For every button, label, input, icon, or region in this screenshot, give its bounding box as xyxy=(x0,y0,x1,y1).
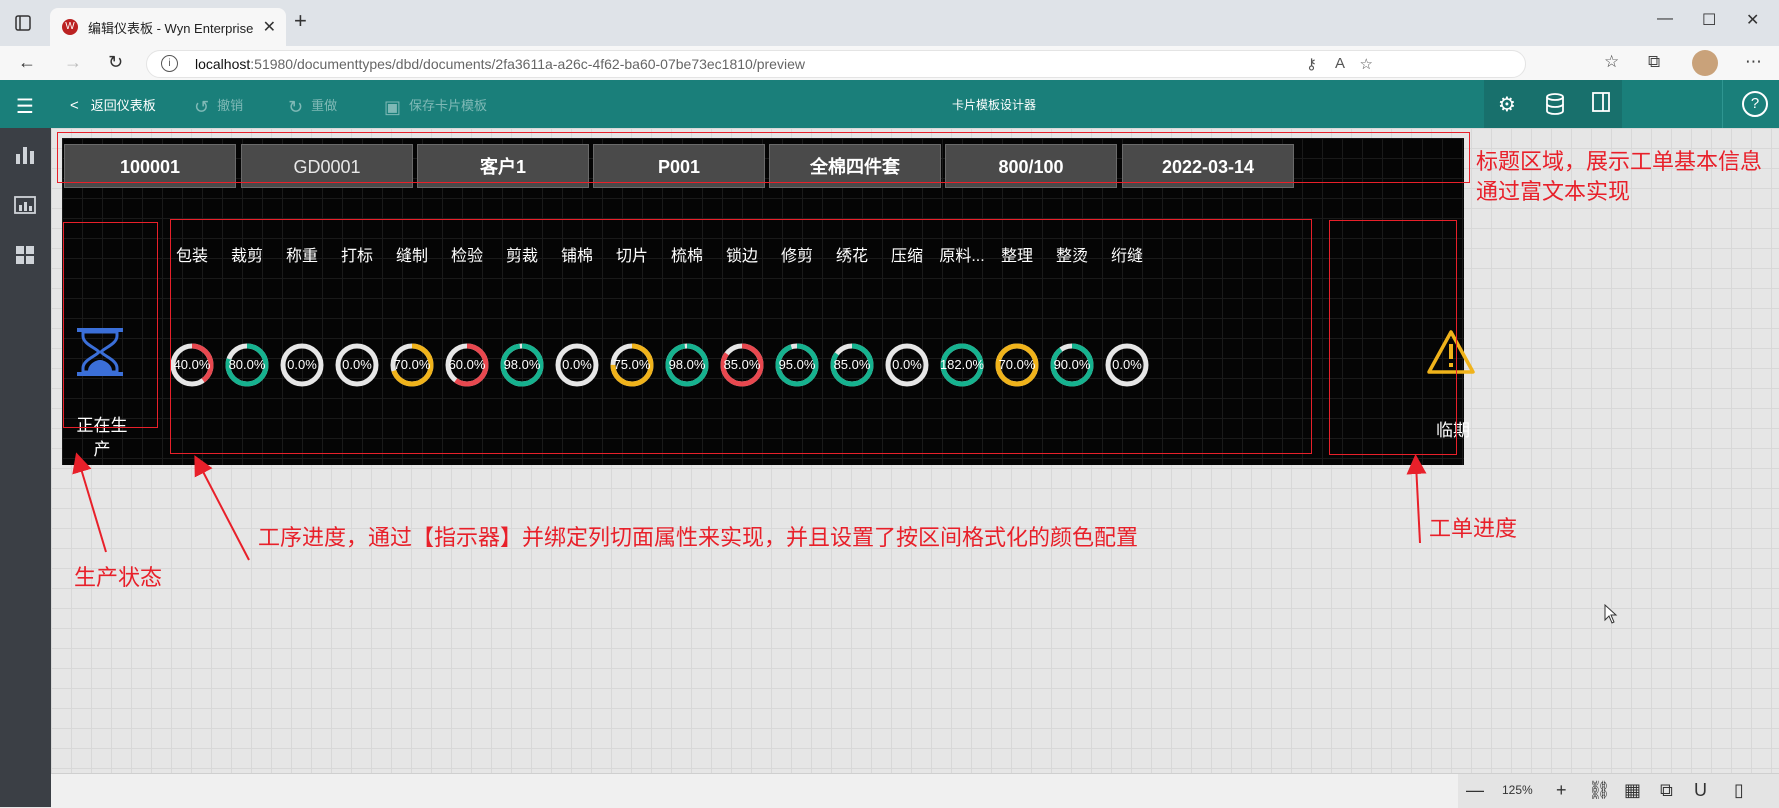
page-title: 卡片模板设计器 xyxy=(952,98,1037,112)
new-tab-icon[interactable]: + xyxy=(294,10,307,32)
favorites-icon[interactable]: ☆ xyxy=(1604,52,1619,72)
arrow-status xyxy=(72,452,107,553)
address-bar: ← → ↻ i localhost:51980/documenttypes/db… xyxy=(0,46,1779,81)
header-tools: ⚙ xyxy=(1484,80,1622,128)
undo-button[interactable]: ↺ 撤销 xyxy=(194,95,243,118)
redo-label: 重做 xyxy=(311,98,338,113)
key-icon[interactable]: ⚷ xyxy=(1306,55,1317,73)
header-divider xyxy=(1722,80,1723,128)
tab-actions-icon[interactable] xyxy=(14,14,32,32)
redo-button[interactable]: ↻ 重做 xyxy=(288,95,337,118)
favorite-add-icon[interactable]: ☆ xyxy=(1360,55,1373,73)
layers-icon[interactable]: ⧉ xyxy=(1660,780,1673,801)
arrow-process xyxy=(194,455,250,561)
undo-label: 撤销 xyxy=(217,98,244,113)
back-to-dashboard-label: 返回仪表板 xyxy=(90,98,156,113)
back-to-dashboard-button[interactable]: < 返回仪表板 xyxy=(70,95,156,114)
settings-gear-icon[interactable]: ⚙ xyxy=(1498,92,1516,117)
browser-tab-bar: W 编辑仪表板 - Wyn Enterprise ✕ + — ☐ ✕ xyxy=(0,0,1779,46)
help-icon[interactable]: ? xyxy=(1742,91,1768,117)
back-arrow-icon[interactable]: ← xyxy=(18,52,36,73)
magnet-icon[interactable]: U xyxy=(1694,780,1707,801)
chart-analysis-icon[interactable] xyxy=(14,194,36,216)
chevron-left-icon: < xyxy=(70,97,79,114)
hamburger-menu-icon[interactable]: ☰ xyxy=(16,94,34,119)
zoom-level: 125% xyxy=(1502,783,1533,797)
mouse-cursor-icon xyxy=(1604,604,1618,624)
grid-apps-icon[interactable] xyxy=(14,244,36,266)
zoom-out-icon[interactable]: — xyxy=(1466,780,1484,801)
refresh-icon[interactable]: ↻ xyxy=(108,52,123,73)
save-template-button[interactable]: ▣ 保存卡片模板 xyxy=(384,95,487,118)
link-icon[interactable]: ⛓ xyxy=(1588,780,1611,801)
grid-toggle-icon[interactable]: ▦ xyxy=(1624,780,1641,801)
undo-icon: ↺ xyxy=(194,97,210,117)
zoom-in-icon[interactable]: + xyxy=(1556,780,1567,801)
database-icon[interactable] xyxy=(1544,92,1566,122)
wyn-favicon-icon: W xyxy=(62,19,78,35)
bottom-toolbar: — 125% + ⛓ ▦ ⧉ U ▯ xyxy=(51,773,1779,808)
tab-title: 编辑仪表板 - Wyn Enterprise xyxy=(88,21,254,36)
profile-avatar[interactable] xyxy=(1692,50,1718,76)
read-aloud-icon[interactable]: A xyxy=(1335,55,1345,72)
save-template-label: 保存卡片模板 xyxy=(409,98,488,113)
maximize-icon[interactable]: ☐ xyxy=(1702,10,1716,30)
more-menu-icon[interactable]: ⋯ xyxy=(1745,52,1762,72)
url-input[interactable]: i localhost:51980/documenttypes/dbd/docu… xyxy=(146,50,1526,78)
url-text: localhost:51980/documenttypes/dbd/docume… xyxy=(195,56,805,72)
collections-icon[interactable]: ⧉ xyxy=(1648,52,1660,72)
left-sidebar xyxy=(0,128,51,807)
app-header: ☰ < 返回仪表板 ↺ 撤销 ↻ 重做 ▣ 保存卡片模板 卡片模板设计器 ⚙ ? xyxy=(0,80,1779,128)
bar-chart-icon[interactable] xyxy=(14,144,36,166)
site-info-icon[interactable]: i xyxy=(161,55,178,72)
minimize-icon[interactable]: — xyxy=(1657,10,1673,28)
close-window-icon[interactable]: ✕ xyxy=(1746,10,1759,30)
browser-tab[interactable]: W 编辑仪表板 - Wyn Enterprise ✕ xyxy=(50,8,286,46)
save-icon: ▣ xyxy=(384,97,402,117)
panel-toggle-icon[interactable] xyxy=(1592,92,1610,118)
forward-arrow-icon[interactable]: → xyxy=(64,52,82,73)
mobile-view-icon[interactable]: ▯ xyxy=(1734,780,1744,801)
annotation-arrows xyxy=(72,452,1427,561)
arrow-order xyxy=(1406,454,1427,544)
redo-icon: ↻ xyxy=(288,97,304,117)
design-canvas[interactable]: 100001 GD0001 客户1 P001 全棉四件套 800/100 2022-03-1… xyxy=(51,128,1779,773)
tab-close-icon[interactable]: ✕ xyxy=(263,17,276,37)
